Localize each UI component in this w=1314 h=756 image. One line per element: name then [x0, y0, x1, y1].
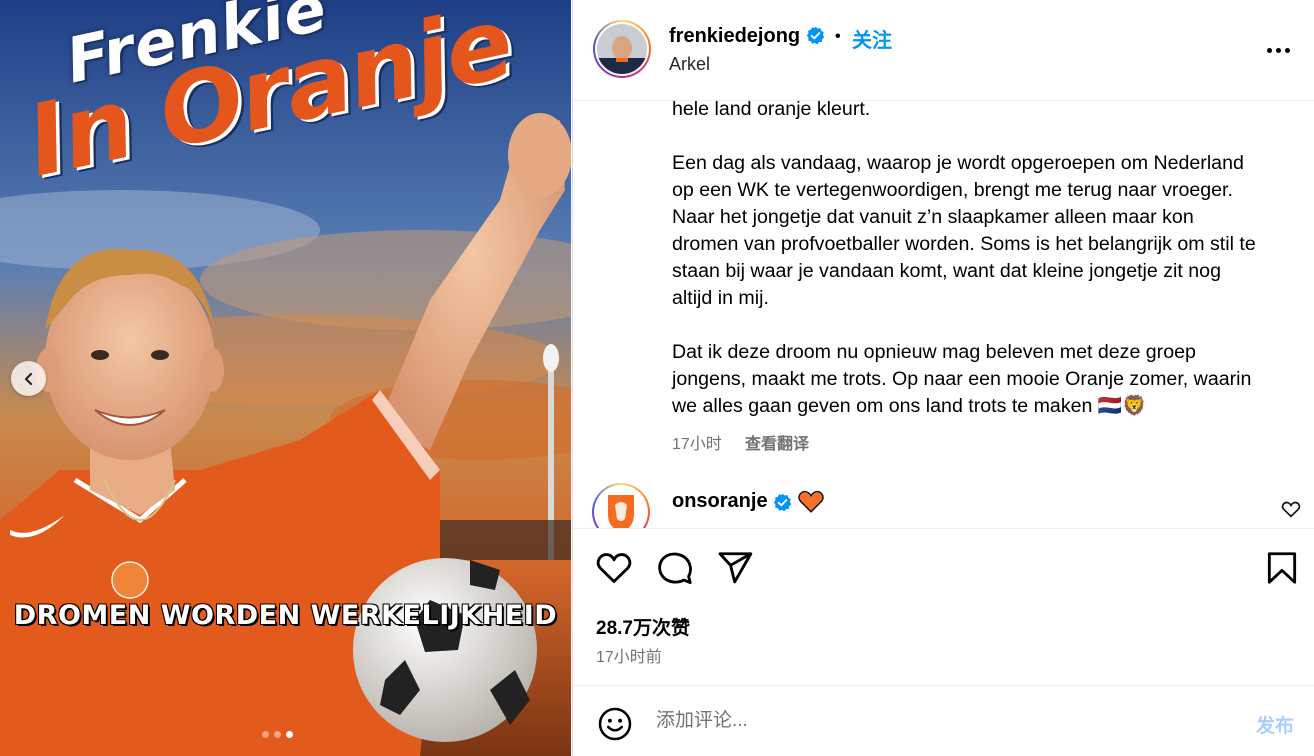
author-avatar[interactable]	[593, 20, 651, 78]
see-translation-button[interactable]: 查看翻译	[745, 430, 809, 454]
send-icon[interactable]	[716, 549, 754, 587]
chevron-left-icon	[24, 372, 32, 385]
more-dot	[1276, 47, 1281, 53]
poster-tagline: DROMEN WORDEN WERKELIJKHEID	[13, 600, 558, 631]
commenter-username[interactable]: onsoranje	[672, 490, 768, 513]
comment-icon[interactable]	[656, 549, 694, 587]
post-caption: hele land oranje kleurt. Een dag als van…	[672, 96, 1307, 447]
verified-badge-icon	[806, 26, 825, 45]
post-timestamp[interactable]: 17小时前	[596, 643, 662, 667]
caption-time: 17小时	[672, 436, 722, 453]
post-header: frenkiedejong • 关注 Arkel	[573, 0, 1314, 101]
post-details-panel: frenkiedejong • 关注 Arkel hele land oranj…	[572, 0, 1314, 756]
bookmark-icon[interactable]	[1263, 549, 1301, 587]
comment-input[interactable]	[656, 710, 1216, 732]
orange-heart-icon	[798, 490, 824, 513]
more-horizontal-icon	[1267, 47, 1272, 53]
add-comment-bar: 发布	[573, 685, 1314, 756]
comment-item: onsoranje	[573, 472, 1314, 528]
post-media[interactable]: Frenkie In Oranje DROMEN WORDEN WERKELIJ…	[0, 0, 571, 756]
carousel-dot	[262, 731, 269, 738]
caption-paragraph: Een dag als vandaag, waarop je wordt opg…	[672, 152, 1256, 309]
commenter-avatar[interactable]	[592, 483, 650, 528]
post-actions: 28.7万次赞 17小时前	[573, 528, 1314, 685]
carousel-dot-active	[286, 731, 293, 738]
verified-badge-icon	[773, 493, 792, 512]
heart-icon[interactable]	[595, 549, 633, 587]
likes-count[interactable]: 28.7万次赞	[596, 613, 690, 640]
comment-like-icon[interactable]	[1281, 500, 1301, 518]
emoji-icon[interactable]	[597, 706, 633, 742]
more-dot	[1285, 47, 1290, 53]
follow-separator: •	[835, 28, 841, 45]
carousel-dot	[274, 731, 281, 738]
carousel-prev-button[interactable]	[11, 361, 46, 396]
caption-paragraph: Dat ik deze droom nu opnieuw mag beleven…	[672, 341, 1252, 417]
post-location[interactable]: Arkel	[669, 54, 710, 75]
avatar-image	[597, 24, 647, 74]
carousel-indicator	[262, 731, 293, 738]
post-comment-button[interactable]: 发布	[1256, 711, 1294, 738]
more-options-button[interactable]	[1267, 40, 1293, 60]
follow-button[interactable]: 关注	[852, 24, 892, 53]
author-username[interactable]: frenkiedejong	[669, 25, 800, 48]
